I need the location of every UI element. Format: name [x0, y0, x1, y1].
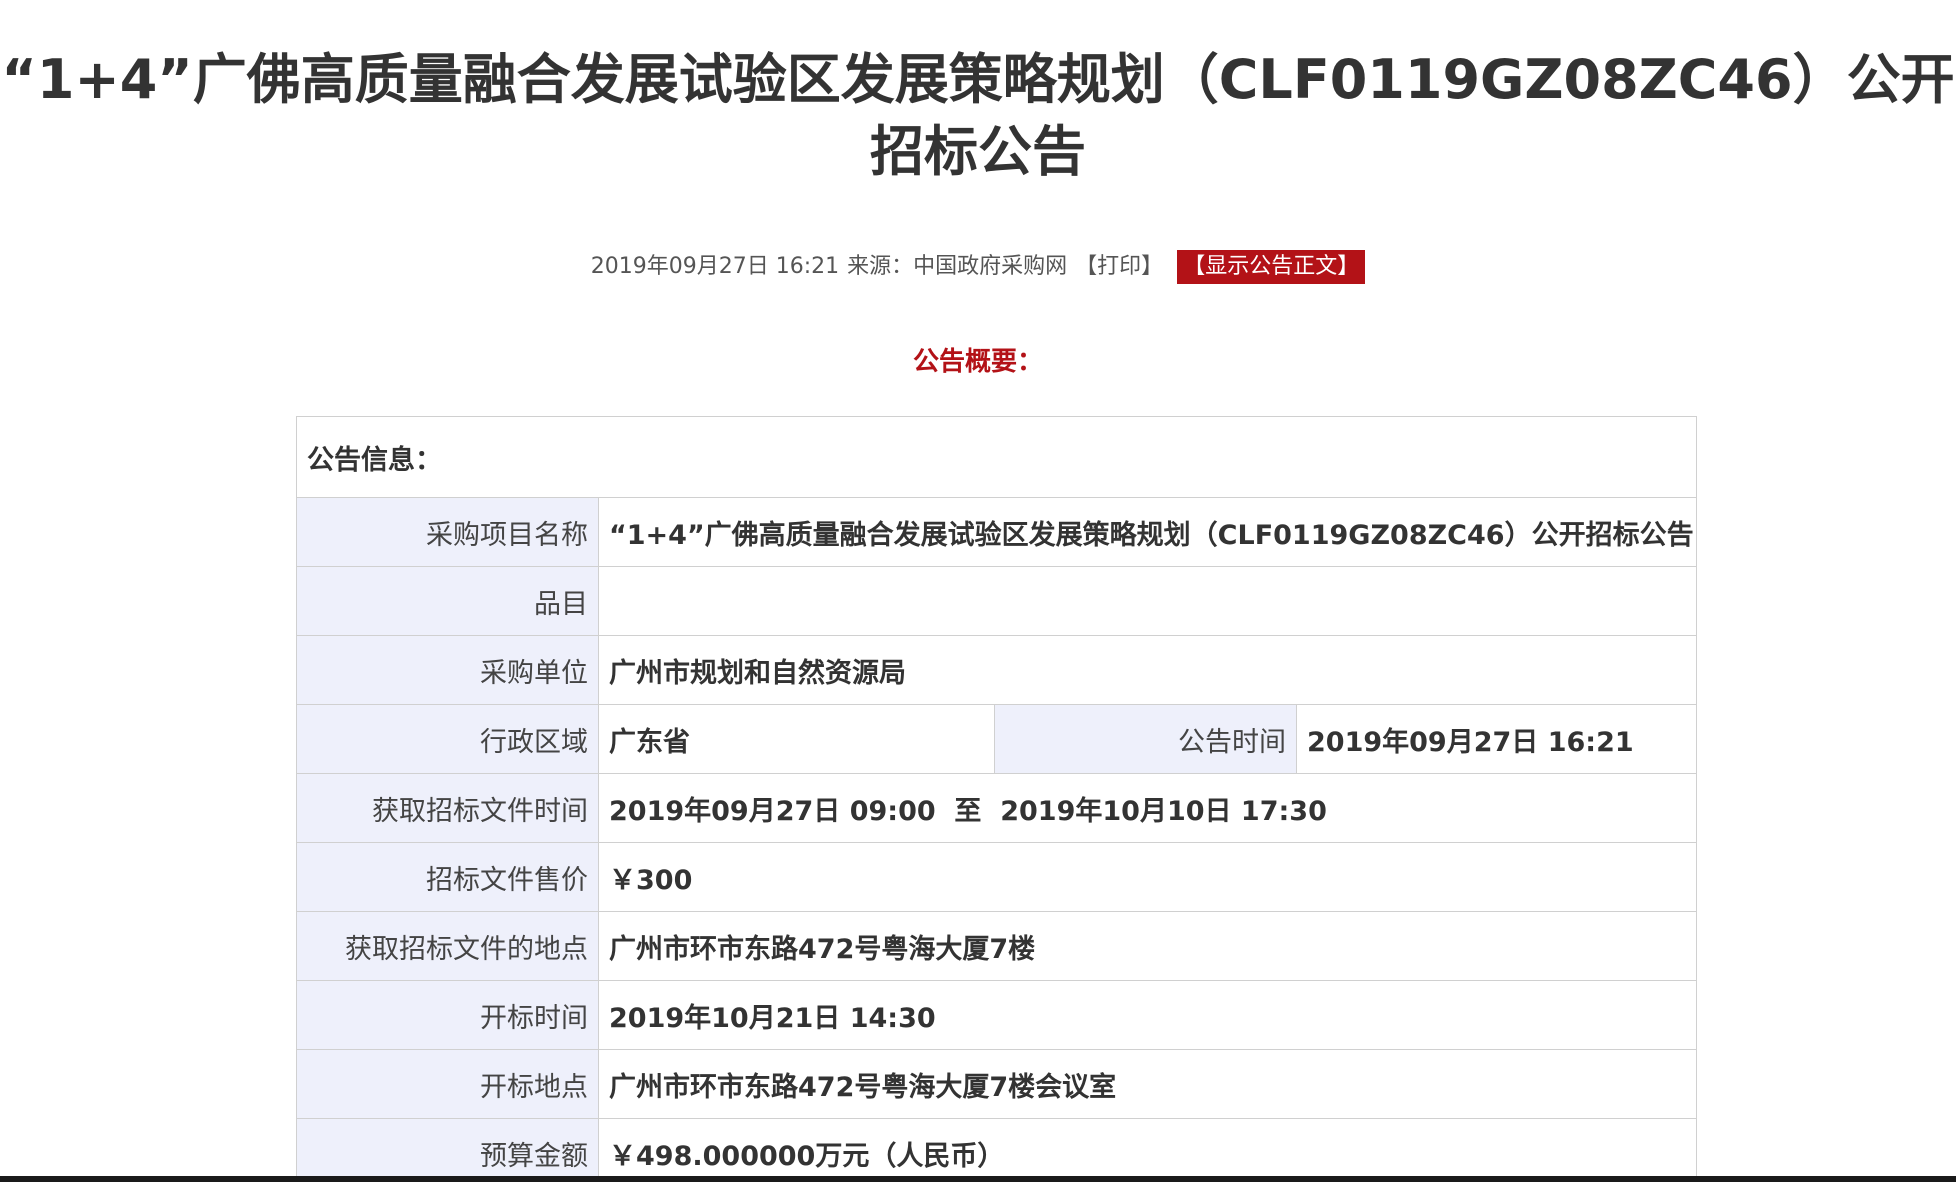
show-full-text-button[interactable]: 【显示公告正文】: [1177, 250, 1366, 284]
row-label: 品目: [296, 566, 599, 636]
table-row: 行政区域 广东省 公告时间 2019年09月27日 16:21: [296, 704, 1697, 774]
budget-value: ￥498.000000万元（人民币）: [598, 1118, 1697, 1182]
table-row: 品目: [296, 566, 1697, 636]
row-label: 招标文件售价: [296, 842, 599, 912]
source-text: 来源：中国政府采购网: [847, 254, 1068, 279]
row-label: 公告时间: [994, 704, 1297, 774]
row-label: 行政区域: [296, 704, 599, 774]
meta-line: 2019年09月27日 16:21 来源：中国政府采购网 【打印】 【显示公告正文】: [0, 248, 1956, 286]
table-row: 采购项目名称 “1+4”广佛高质量融合发展试验区发展策略规划（CLF0119GZ…: [296, 497, 1697, 567]
row-label: 获取招标文件时间: [296, 773, 599, 843]
row-label: 预算金额: [296, 1118, 599, 1182]
open-time-value: 2019年10月21日 14:30: [598, 980, 1697, 1050]
announcement-info-table: 公告信息： 采购项目名称 “1+4”广佛高质量融合发展试验区发展策略规划（CLF…: [296, 416, 1697, 1182]
table-header-row: 公告信息：: [296, 416, 1697, 498]
summary-heading: 公告概要：: [912, 347, 1043, 377]
row-label: 开标地点: [296, 1049, 599, 1119]
row-label: 采购项目名称: [296, 497, 599, 567]
publish-datetime: 2019年09月27日 16:21: [590, 254, 840, 279]
doc-location-value: 广州市环市东路472号粤海大厦7楼: [598, 911, 1697, 981]
table-row: 开标地点 广州市环市东路472号粤海大厦7楼会议室: [296, 1049, 1697, 1119]
page-title: “1+4”广佛高质量融合发展试验区发展策略规划（CLF0119GZ08ZC46）…: [1, 48, 1955, 183]
region-value: 广东省: [598, 704, 995, 774]
table-header: 公告信息：: [296, 416, 1697, 498]
print-link[interactable]: 【打印】: [1075, 254, 1163, 279]
table-row: 采购单位 广州市规划和自然资源局: [296, 635, 1697, 705]
announcement-page: “1+4”广佛高质量融合发展试验区发展策略规划（CLF0119GZ08ZC46）…: [0, 0, 1956, 1182]
open-location-value: 广州市环市东路472号粤海大厦7楼会议室: [598, 1049, 1697, 1119]
row-label: 开标时间: [296, 980, 599, 1050]
window-bottom-edge: [0, 1176, 1956, 1182]
table-row: 招标文件售价 ￥300: [296, 842, 1697, 912]
row-label: 获取招标文件的地点: [296, 911, 599, 981]
table-row: 获取招标文件的地点 广州市环市东路472号粤海大厦7楼: [296, 911, 1697, 981]
doc-price-value: ￥300: [598, 842, 1697, 912]
category-value: [598, 566, 1697, 636]
row-label: 采购单位: [296, 635, 599, 705]
table-row: 获取招标文件时间 2019年09月27日 09:00 至 2019年10月10日…: [296, 773, 1697, 843]
table-row: 预算金额 ￥498.000000万元（人民币）: [296, 1118, 1697, 1182]
doc-time-value: 2019年09月27日 09:00 至 2019年10月10日 17:30: [598, 773, 1697, 843]
project-name-value: “1+4”广佛高质量融合发展试验区发展策略规划（CLF0119GZ08ZC46）…: [598, 497, 1697, 567]
purchaser-value: 广州市规划和自然资源局: [598, 635, 1697, 705]
table-row: 开标时间 2019年10月21日 14:30: [296, 980, 1697, 1050]
announce-time-value: 2019年09月27日 16:21: [1296, 704, 1697, 774]
